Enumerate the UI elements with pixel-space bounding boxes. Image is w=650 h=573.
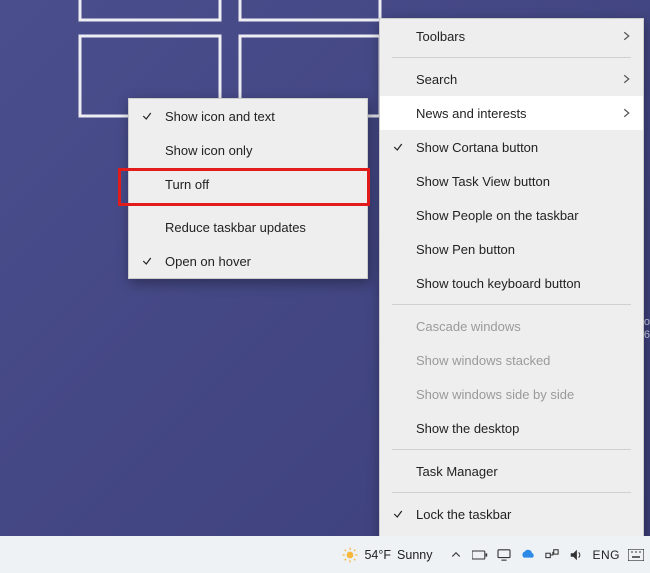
menu-item[interactable]: Toolbars [380,19,643,53]
screen-icon[interactable] [496,547,512,563]
language-indicator[interactable]: ENG [592,548,620,562]
taskbar-context-menu: Toolbars Search News and interests Show Cor… [379,18,644,566]
check-icon [392,141,404,153]
menu-item: Cascade windows [380,309,643,343]
menu-item[interactable]: Show icon and text [129,99,367,133]
battery-icon[interactable] [472,547,488,563]
weather-cond: Sunny [397,548,432,562]
network-icon[interactable] [544,547,560,563]
menu-item[interactable]: News and interests [380,96,643,130]
menu-item-label: Show Pen button [416,242,515,257]
chevron-up-icon[interactable] [448,547,464,563]
chevron-right-icon [622,30,631,42]
menu-item[interactable]: Lock the taskbar [380,497,643,531]
menu-item-label: Reduce taskbar updates [165,220,306,235]
annotation-highlight [118,168,370,206]
menu-item[interactable]: Open on hover [129,244,367,278]
chevron-right-icon [622,107,631,119]
menu-item-label: Lock the taskbar [416,507,511,522]
menu-item-label: Show the desktop [416,421,519,436]
weather-temp: 54°F [364,548,391,562]
menu-item-label: Open on hover [165,254,251,269]
menu-item[interactable]: Show touch keyboard button [380,266,643,300]
menu-item-label: Show Cortana button [416,140,538,155]
menu-item-label: Toolbars [416,29,465,44]
menu-item-label: Task Manager [416,464,498,479]
check-icon [141,110,153,122]
menu-item: Show windows stacked [380,343,643,377]
check-icon [392,508,404,520]
onedrive-icon[interactable] [520,547,536,563]
menu-item-label: News and interests [416,106,527,121]
menu-item[interactable]: Show Pen button [380,232,643,266]
menu-item-label: Show touch keyboard button [416,276,581,291]
menu-item-label: Show People on the taskbar [416,208,579,223]
check-icon [141,255,153,267]
menu-separator [392,57,631,58]
menu-item-label: Show icon and text [165,109,275,124]
menu-item-label: Search [416,72,457,87]
menu-item-label: Show Task View button [416,174,550,189]
menu-item-label: Show windows side by side [416,387,574,402]
taskbar: 54°F Sunny ENG [0,536,650,573]
menu-item[interactable]: Reduce taskbar updates [129,210,367,244]
menu-item-label: Cascade windows [416,319,521,334]
ime-icon[interactable] [628,547,644,563]
menu-separator [392,304,631,305]
menu-separator [392,492,631,493]
menu-item: Show windows side by side [380,377,643,411]
menu-item[interactable]: Search [380,62,643,96]
menu-item[interactable]: Show Cortana button [380,130,643,164]
menu-item[interactable]: Show icon only [129,133,367,167]
weather-widget[interactable]: 54°F Sunny [342,547,432,563]
menu-item[interactable]: Task Manager [380,454,643,488]
sun-icon [342,547,358,563]
menu-separator [392,449,631,450]
system-tray: ENG [448,547,644,563]
volume-icon[interactable] [568,547,584,563]
menu-item-label: Show icon only [165,143,252,158]
menu-item[interactable]: Show People on the taskbar [380,198,643,232]
menu-item-label: Show windows stacked [416,353,550,368]
menu-item[interactable]: Show the desktop [380,411,643,445]
menu-item[interactable]: Show Task View button [380,164,643,198]
chevron-right-icon [622,73,631,85]
